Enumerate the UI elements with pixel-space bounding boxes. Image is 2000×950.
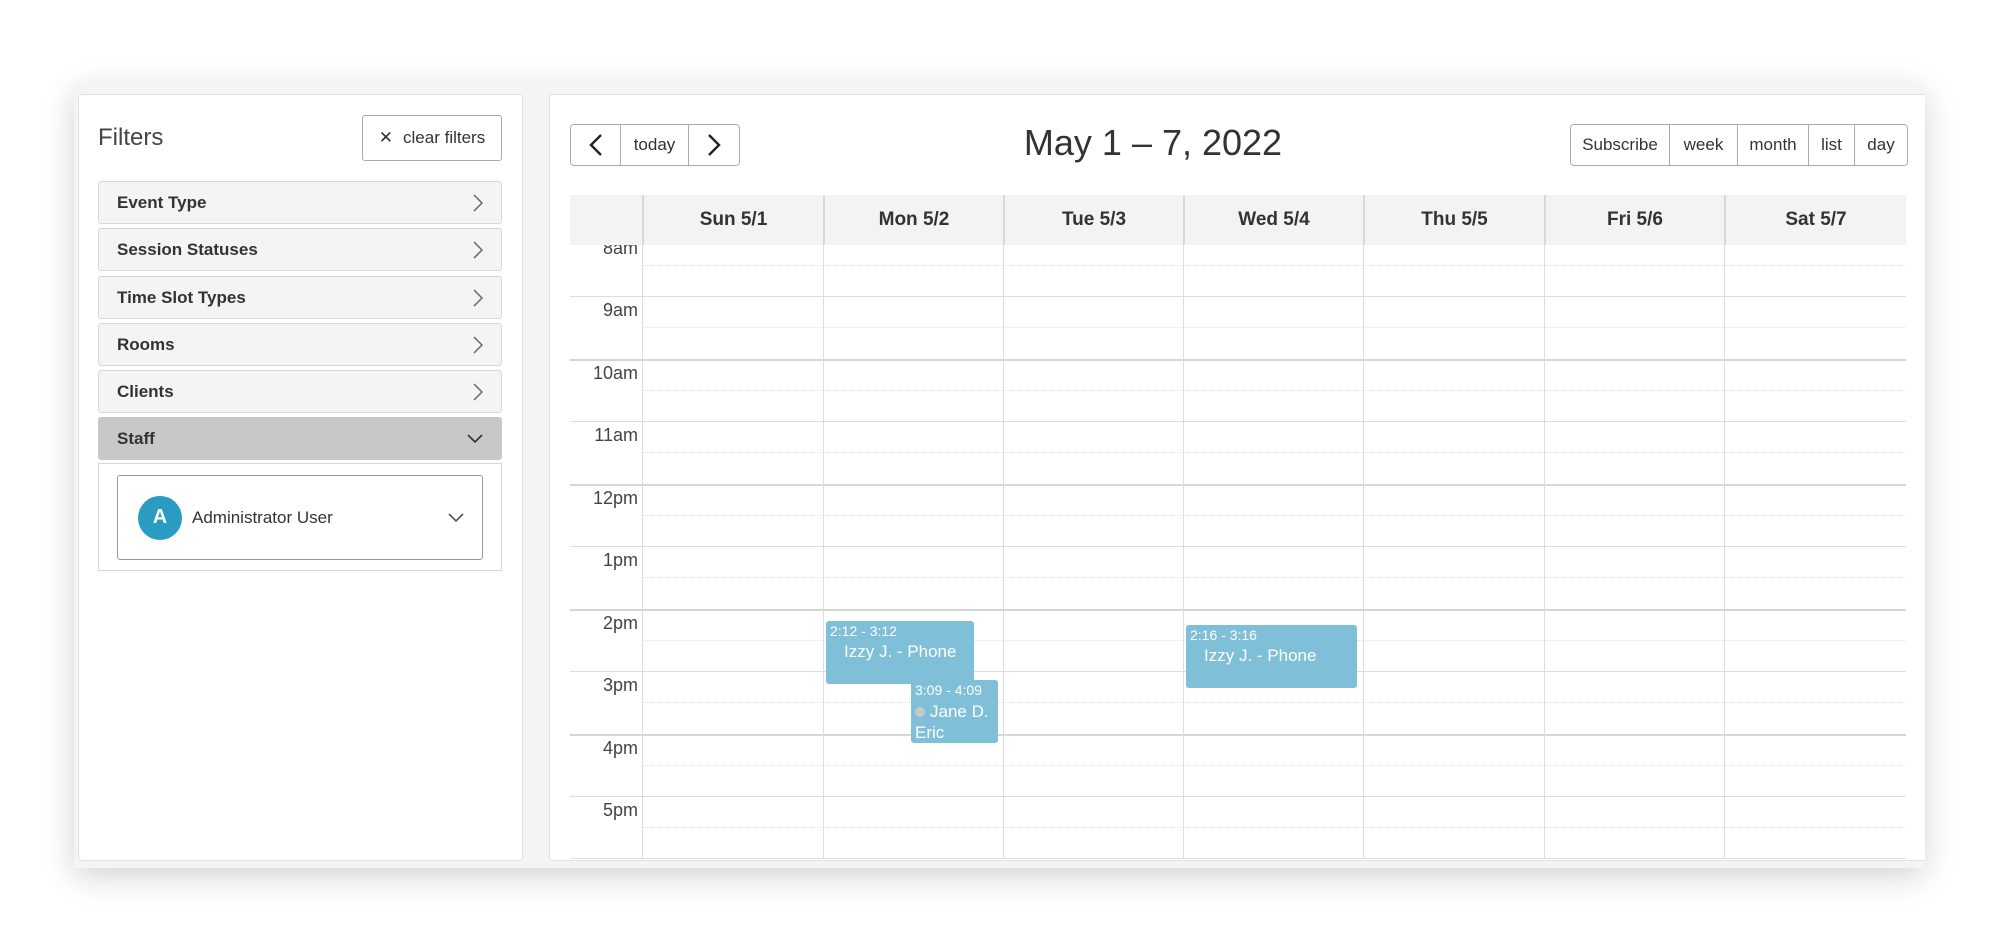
- hour-line: [570, 421, 1906, 422]
- day-column-line: [1003, 245, 1004, 858]
- half-hour-line: [642, 702, 1906, 704]
- day-header: Mon 5/2: [823, 195, 1003, 245]
- event-title: Izzy J. - Phone: [1204, 646, 1317, 666]
- chevron-down-icon: [448, 512, 464, 522]
- filter-label: Rooms: [117, 334, 175, 354]
- time-label: 10am: [592, 362, 638, 383]
- hour-line: [570, 733, 1906, 736]
- half-hour-line: [642, 827, 1906, 829]
- time-label: 12pm: [592, 487, 638, 508]
- week-calendar: Sun 5/1 Mon 5/2 Tue 5/3 Wed 5/4 Thu 5/5 Fri 5…: [570, 195, 1906, 859]
- calendar-header: Sun 5/1 Mon 5/2 Tue 5/3 Wed 5/4 Thu 5/5 Fri 5…: [570, 195, 1906, 245]
- next-button[interactable]: [689, 125, 739, 165]
- filter-event-type[interactable]: Event Type: [98, 181, 502, 224]
- chevron-left-icon: [588, 134, 602, 156]
- view-week-button[interactable]: week: [1670, 125, 1738, 165]
- filter-label: Event Type: [117, 192, 207, 212]
- time-label: 5pm: [602, 800, 638, 820]
- chevron-right-icon: [473, 335, 483, 354]
- day-column-line: [1183, 245, 1184, 858]
- close-icon: ✕: [378, 128, 394, 147]
- day-header: Tue 5/3: [1003, 195, 1183, 245]
- nav-buttons: today: [570, 124, 740, 166]
- avatar: A: [138, 495, 182, 540]
- hour-line: [570, 546, 1906, 547]
- half-hour-line: [642, 514, 1906, 516]
- filter-clients[interactable]: Clients: [98, 370, 502, 413]
- filters-title: Filters: [98, 124, 164, 151]
- half-hour-line: [642, 577, 1906, 579]
- prev-button[interactable]: [571, 125, 621, 165]
- view-day-button[interactable]: day: [1855, 125, 1907, 165]
- event-time: 3:09 - 4:09: [915, 682, 982, 699]
- view-month-button[interactable]: month: [1738, 125, 1809, 165]
- chevron-right-icon: [473, 240, 483, 259]
- view-list-button[interactable]: list: [1809, 125, 1855, 165]
- time-label: 11am: [594, 425, 638, 445]
- chevron-right-icon: [473, 288, 483, 307]
- event-time: 2:16 - 3:16: [1190, 627, 1257, 644]
- event-title: Izzy J. - Phone: [844, 642, 957, 661]
- clear-filters-button[interactable]: ✕ clear filters: [362, 115, 502, 161]
- hour-line: [570, 358, 1906, 361]
- view-subscribe-button[interactable]: Subscribe: [1571, 125, 1670, 165]
- day-header: Wed 5/4: [1183, 195, 1363, 245]
- filter-session-statuses[interactable]: Session Statuses: [98, 228, 502, 271]
- chevron-right-icon: [473, 382, 483, 401]
- calendar-event[interactable]: 2:12 - 3:12 Izzy J. - Phone: [826, 621, 974, 684]
- chevron-right-icon: [708, 134, 721, 156]
- hour-line: [570, 296, 1906, 297]
- time-label: 4pm: [602, 737, 638, 758]
- time-label: 1pm: [602, 550, 638, 570]
- filter-label: Time Slot Types: [117, 287, 246, 307]
- today-button[interactable]: today: [621, 125, 689, 165]
- half-hour-line: [642, 327, 1906, 329]
- half-hour-line: [642, 452, 1906, 454]
- time-label: 3pm: [602, 675, 638, 695]
- hour-line: [570, 608, 1906, 611]
- half-hour-line: [642, 264, 1906, 266]
- staff-select-value: Administrator User: [192, 507, 333, 527]
- event-time: 2:12 - 3:12: [830, 623, 897, 639]
- day-header: Thu 5/5: [1363, 195, 1544, 245]
- time-label: 8am: [602, 245, 638, 258]
- status-dot-icon: [915, 707, 925, 718]
- half-hour-line: [642, 389, 1906, 391]
- time-label: 9am: [602, 300, 638, 320]
- filter-label: Staff: [117, 428, 155, 448]
- chevron-down-icon: [467, 433, 483, 443]
- event-title: Jane D. Eric: [915, 702, 989, 743]
- view-buttons: Subscribe week month list day: [1570, 124, 1908, 166]
- calendar-event[interactable]: 3:09 - 4:09 Jane D. Eric: [911, 680, 998, 743]
- filter-label: Clients: [117, 381, 174, 401]
- chevron-right-icon: [473, 193, 483, 212]
- filter-staff[interactable]: Staff: [98, 417, 502, 460]
- day-column-line: [1544, 245, 1545, 858]
- day-column-line: [1724, 245, 1725, 858]
- hour-line: [570, 796, 1906, 797]
- time-label: 2pm: [602, 612, 638, 633]
- day-column-line: [1363, 245, 1364, 858]
- half-hour-line: [642, 764, 1906, 766]
- filter-time-slot-types[interactable]: Time Slot Types: [98, 276, 502, 319]
- calendar-body[interactable]: 8am 9am 10am 11am 12pm 1pm 2pm 3pm 4pm 5pm 2:12 - …: [570, 245, 1906, 858]
- day-column-line: [823, 245, 824, 858]
- staff-select[interactable]: A Administrator User: [117, 475, 483, 560]
- filter-label: Session Statuses: [117, 239, 258, 259]
- hour-line: [570, 483, 1906, 486]
- calendar-event[interactable]: 2:16 - 3:16 Izzy J. - Phone: [1186, 625, 1357, 688]
- filter-rooms[interactable]: Rooms: [98, 323, 502, 366]
- date-range-title: May 1 – 7, 2022: [1023, 122, 1283, 163]
- day-header: Sat 5/7: [1724, 195, 1906, 245]
- day-header: Sun 5/1: [642, 195, 823, 245]
- staff-filter-body: A Administrator User: [98, 463, 502, 571]
- day-header: Fri 5/6: [1544, 195, 1724, 245]
- day-column-line: [642, 245, 643, 858]
